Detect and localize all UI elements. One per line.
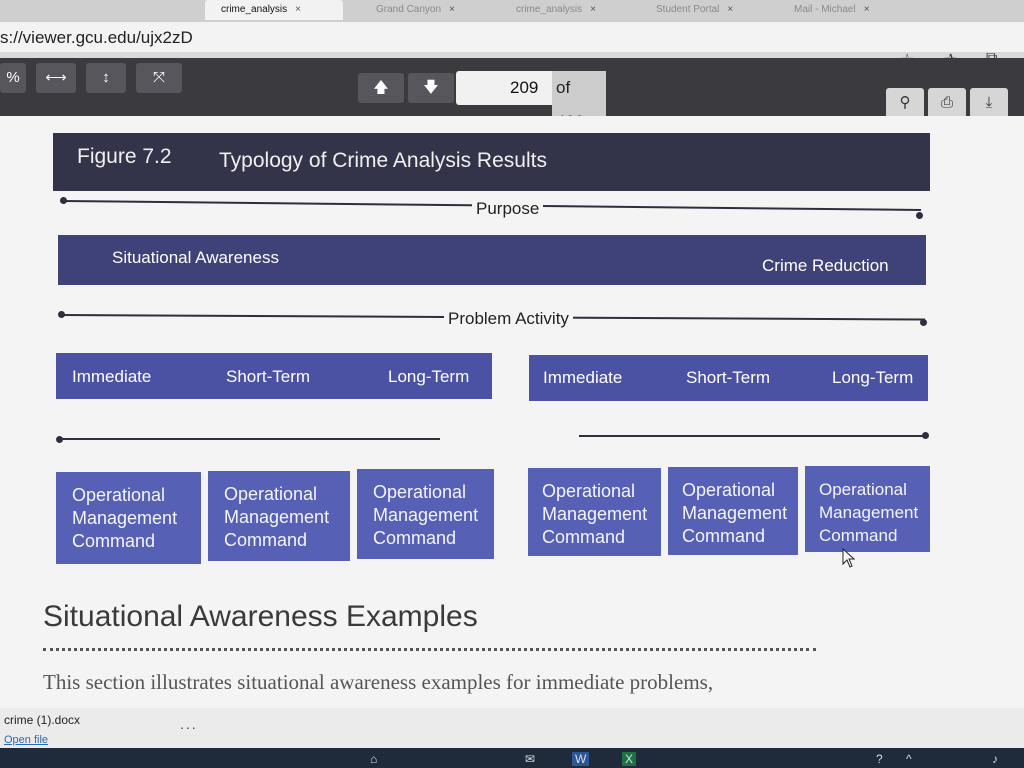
figure-title-bar: Figure 7.2 Typology of Crime Analysis Re… [53, 133, 930, 191]
address-bar[interactable]: s://viewer.gcu.edu/ujx2zD [0, 22, 1024, 52]
close-icon[interactable]: × [590, 4, 596, 15]
crime-reduction-label: Crime Reduction [762, 256, 889, 275]
figure-label: Figure 7.2 [77, 145, 172, 168]
situational-awareness-label: Situational Awareness [112, 248, 279, 267]
fit-height-icon[interactable]: ↕ [86, 63, 126, 93]
tab-label: crime_analysis [516, 4, 583, 15]
level-box: Operational Management Command [56, 472, 201, 564]
search-icon[interactable]: ⚲ [886, 88, 924, 118]
level-command: Command [819, 526, 898, 545]
open-file-link[interactable]: Open file [4, 734, 48, 746]
level-management: Management [819, 503, 919, 522]
tab-student-portal[interactable]: Student Portal × [640, 0, 768, 20]
more-options-icon[interactable]: ... [180, 716, 198, 732]
level-box: Operational Management Command [528, 468, 661, 556]
word-icon[interactable]: W [572, 752, 590, 766]
mouse-pointer-icon [842, 548, 856, 568]
activity-long-term: Long-Term [388, 367, 470, 386]
level-box: Operational Management Command [208, 471, 350, 561]
tab-crime-analysis[interactable]: crime_analysis × [205, 0, 343, 20]
download-icon[interactable]: ⤓ [970, 88, 1008, 118]
divider-dot [916, 212, 923, 219]
page-number-field[interactable]: 209 of 488 [456, 71, 606, 139]
section-body: This section illustrates situational awa… [43, 670, 714, 694]
level-command: Command [72, 531, 156, 551]
level-command: Command [224, 530, 308, 550]
figure-title: Typology of Crime Analysis Results [219, 149, 547, 172]
page-number[interactable]: 209 [510, 71, 538, 105]
mail-icon[interactable]: ✉ [525, 752, 535, 766]
activity-short-term: Short-Term [226, 367, 311, 386]
tab-label: crime_analysis [221, 4, 288, 15]
download-filename[interactable]: crime (1).docx [4, 713, 80, 727]
tab-grand-canyon[interactable]: Grand Canyon × [360, 0, 480, 20]
purpose-bar: Situational Awareness Crime Reduction [58, 235, 926, 285]
level-command: Command [542, 527, 626, 547]
print-icon[interactable]: ⎙ [928, 88, 966, 118]
lower-divider-right [579, 435, 926, 437]
fullscreen-icon[interactable]: ⤧ [136, 63, 182, 93]
url-text[interactable]: s://viewer.gcu.edu/ujx2zD [0, 28, 193, 48]
tab-label: Student Portal [656, 4, 720, 15]
tab-mail[interactable]: Mail - Michael × [778, 0, 898, 20]
level-box: Operational Management Command [668, 467, 798, 555]
level-command: Command [682, 526, 766, 546]
purpose-label: Purpose [472, 199, 544, 219]
close-icon[interactable]: × [864, 4, 870, 15]
taskbar [0, 748, 1024, 768]
tab-label: Mail - Michael [794, 4, 856, 15]
divider-dot [922, 432, 929, 439]
level-management: Management [682, 503, 788, 523]
close-icon[interactable]: × [449, 4, 455, 15]
level-operational: Operational [224, 484, 318, 504]
volume-icon[interactable]: ♪ [992, 752, 998, 766]
level-management: Management [72, 508, 178, 528]
problem-activity-label: Problem Activity [444, 309, 573, 329]
excel-icon[interactable]: X [622, 752, 637, 766]
level-operational: Operational [819, 480, 907, 499]
tab-crime-analysis-2[interactable]: crime_analysis × [500, 0, 630, 20]
activity-short-term: Short-Term [686, 368, 771, 387]
download-bar [0, 708, 1024, 748]
level-operational: Operational [373, 482, 467, 502]
level-management: Management [224, 507, 330, 527]
lower-divider-left [59, 438, 440, 440]
level-box: Operational Management Command [805, 466, 930, 552]
section-heading: Situational Awareness Examples [43, 600, 478, 633]
level-management: Management [542, 504, 648, 524]
level-operational: Operational [542, 481, 636, 501]
fit-width-icon[interactable]: ⟷ [36, 63, 76, 93]
activity-long-term: Long-Term [832, 368, 914, 387]
activity-bar-left: Immediate Short-Term Long-Term [56, 353, 492, 399]
activity-bar-right: Immediate Short-Term Long-Term [529, 355, 928, 401]
close-icon[interactable]: × [727, 4, 733, 15]
divider-dot [920, 319, 927, 326]
store-icon[interactable]: ⌂ [370, 752, 377, 766]
close-icon[interactable]: × [295, 4, 301, 15]
help-icon[interactable]: ? [876, 752, 883, 766]
activity-immediate: Immediate [543, 368, 623, 387]
zoom-percent-button[interactable]: % [0, 63, 26, 93]
level-operational: Operational [72, 485, 166, 505]
level-box: Operational Management Command [357, 469, 494, 559]
activity-immediate: Immediate [72, 367, 152, 386]
tab-label: Grand Canyon [376, 4, 442, 15]
next-page-icon[interactable]: 🡇 [408, 73, 454, 103]
dotted-rule [43, 648, 816, 651]
chevron-up-icon[interactable]: ^ [906, 752, 912, 766]
prev-page-icon[interactable]: 🡅 [358, 73, 404, 103]
level-operational: Operational [682, 480, 776, 500]
level-command: Command [373, 528, 457, 548]
level-management: Management [373, 505, 479, 525]
